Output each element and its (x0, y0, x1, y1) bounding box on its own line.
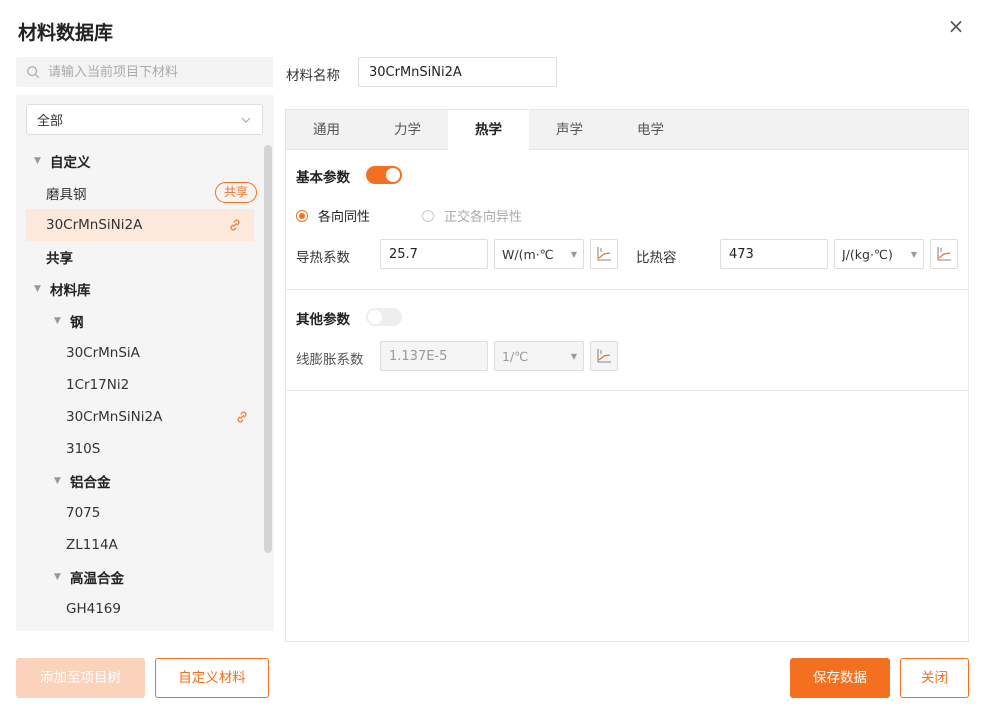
caret-down-icon[interactable]: ▼ (54, 572, 64, 582)
unit-value: J/(kg·℃) (842, 246, 893, 262)
radio-isotropic[interactable]: 各向同性 (296, 206, 370, 225)
tree-item-mold-steel[interactable]: 磨具钢 共享 (16, 177, 261, 209)
tree-item-7075[interactable]: 7075 (16, 497, 261, 529)
category-filter-select[interactable]: 全部 (26, 104, 263, 135)
caret-down-icon: ▼ (570, 249, 577, 259)
tree-node-label: 铝合金 (70, 475, 111, 491)
material-name-label: 材料名称 (286, 68, 340, 84)
tree-item-30crmnsini2a[interactable]: 30CrMnSiNi2A (16, 401, 261, 433)
tree-node-label: 材料库 (50, 283, 91, 299)
caret-down-icon: ▼ (910, 249, 917, 259)
caret-down-icon: ▼ (570, 351, 577, 361)
line-chart-icon (937, 247, 951, 261)
add-to-project-button[interactable]: 添加至项目树 (16, 658, 145, 698)
tree-node-label: 磨具钢 (46, 187, 87, 203)
custom-material-button[interactable]: 自定义材料 (155, 658, 269, 698)
property-tabs: 通用 力学 热学 声学 电学 (286, 110, 968, 151)
heat-capacity-unit-select[interactable]: J/(kg·℃) ▼ (834, 239, 924, 269)
caret-down-icon[interactable]: ▼ (34, 284, 44, 294)
radio-dot-icon (422, 209, 434, 222)
line-chart-icon (597, 349, 611, 363)
tab-electrical[interactable]: 电学 (610, 110, 691, 150)
link-icon (230, 219, 240, 231)
caret-down-icon[interactable]: ▼ (34, 156, 44, 166)
caret-down-icon[interactable]: ▼ (54, 316, 64, 326)
link-icon (237, 411, 247, 423)
material-database-dialog: 材料数据库 × 全部 ▼ 自定义 磨具钢 共享 30CrMnSi (0, 0, 983, 720)
tree-node-label: 30CrMnSiNi2A (46, 217, 143, 233)
heat-capacity-label: 比热容 (636, 250, 677, 266)
tree-node-label: 1Cr17Ni2 (66, 377, 130, 393)
tree-node-label: 自定义 (50, 155, 91, 171)
tree-node-library[interactable]: ▼ 材料库 (16, 273, 261, 305)
share-badge: 共享 (214, 182, 257, 203)
heat-capacity-input[interactable] (720, 239, 828, 269)
tree-node-superalloy[interactable]: ▼ 高温合金 (16, 561, 261, 593)
section-divider (286, 390, 968, 391)
unit-value: W/(m·℃ (502, 246, 554, 262)
expansion-curve-button[interactable] (590, 341, 618, 371)
tree-node-custom[interactable]: ▼ 自定义 (16, 145, 261, 177)
toggle-knob (368, 310, 382, 324)
tree-node-shared[interactable]: 共享 (16, 241, 261, 273)
tab-general[interactable]: 通用 (286, 110, 367, 150)
tree-node-steel[interactable]: ▼ 钢 (16, 305, 261, 337)
tab-acoustics[interactable]: 声学 (529, 110, 610, 150)
close-icon[interactable]: × (944, 14, 968, 38)
tree-node-label: 高温合金 (70, 571, 124, 587)
basic-params-toggle[interactable] (366, 166, 402, 184)
tree-node-label: 共享 (46, 251, 73, 267)
search-input[interactable] (48, 64, 258, 80)
tab-mechanics[interactable]: 力学 (367, 110, 448, 150)
tree-node-label: 钢 (70, 315, 84, 331)
category-filter-value: 全部 (37, 114, 64, 129)
tree-node-label: 30CrMnSiA (66, 345, 140, 361)
tree-node-label: 7075 (66, 505, 101, 521)
heat-capacity-curve-button[interactable] (930, 239, 958, 269)
tree-item-310s[interactable]: 310S (16, 433, 261, 465)
tab-thermal[interactable]: 热学 (448, 110, 529, 151)
caret-down-icon[interactable]: ▼ (54, 476, 64, 486)
tree-node-label: GH4169 (66, 601, 121, 617)
tree-item-30crmnsia[interactable]: 30CrMnSiA (16, 337, 261, 369)
tree-item-1cr17ni2[interactable]: 1Cr17Ni2 (16, 369, 261, 401)
tree-node-label: ZL114A (66, 537, 118, 553)
tree-node-aluminum[interactable]: ▼ 铝合金 (16, 465, 261, 497)
radio-label: 正交各向异性 (444, 210, 523, 225)
material-tree: ▼ 自定义 磨具钢 共享 30CrMnSiNi2A 共享 ▼ 材料库 ▼ 钢 3… (16, 145, 261, 625)
tree-item-30crmnsini2a-custom[interactable]: 30CrMnSiNi2A (26, 209, 254, 241)
material-tree-panel: 全部 ▼ 自定义 磨具钢 共享 30CrMnSiNi2A 共享 ▼ 材料库 ▼ … (16, 95, 274, 631)
other-params-toggle[interactable] (366, 308, 402, 326)
expansion-input[interactable] (380, 341, 488, 371)
unit-value: 1/℃ (502, 348, 529, 364)
close-button[interactable]: 关闭 (900, 658, 969, 698)
conductivity-unit-select[interactable]: W/(m·℃ ▼ (494, 239, 584, 269)
tree-item-gh4169[interactable]: GH4169 (16, 593, 261, 625)
material-search (16, 57, 273, 87)
tree-scrollbar[interactable] (264, 145, 272, 553)
toggle-knob (386, 168, 400, 182)
basic-params-title: 基本参数 (296, 170, 350, 186)
section-divider (286, 289, 968, 290)
tree-node-label: 310S (66, 441, 101, 457)
conductivity-input[interactable] (380, 239, 488, 269)
radio-orthotropic[interactable]: 正交各向异性 (422, 206, 522, 225)
line-chart-icon (597, 247, 611, 261)
dialog-title: 材料数据库 (18, 22, 114, 44)
expansion-label: 线膨胀系数 (296, 352, 364, 368)
tree-node-label: 30CrMnSiNi2A (66, 409, 163, 425)
radio-label: 各向同性 (318, 210, 371, 225)
radio-dot-icon (296, 209, 308, 222)
conductivity-label: 导热系数 (296, 250, 350, 266)
material-name-input[interactable] (358, 57, 557, 87)
save-data-button[interactable]: 保存数据 (790, 658, 890, 698)
conductivity-curve-button[interactable] (590, 239, 618, 269)
expansion-unit-select[interactable]: 1/℃ ▼ (494, 341, 584, 371)
search-icon (27, 66, 40, 79)
tree-item-zl114a[interactable]: ZL114A (16, 529, 261, 561)
other-params-title: 其他参数 (296, 312, 350, 328)
properties-panel: 通用 力学 热学 声学 电学 基本参数 各向同性 正交各向异性 导热系数 W/(… (285, 109, 969, 642)
chevron-down-icon (241, 117, 251, 123)
